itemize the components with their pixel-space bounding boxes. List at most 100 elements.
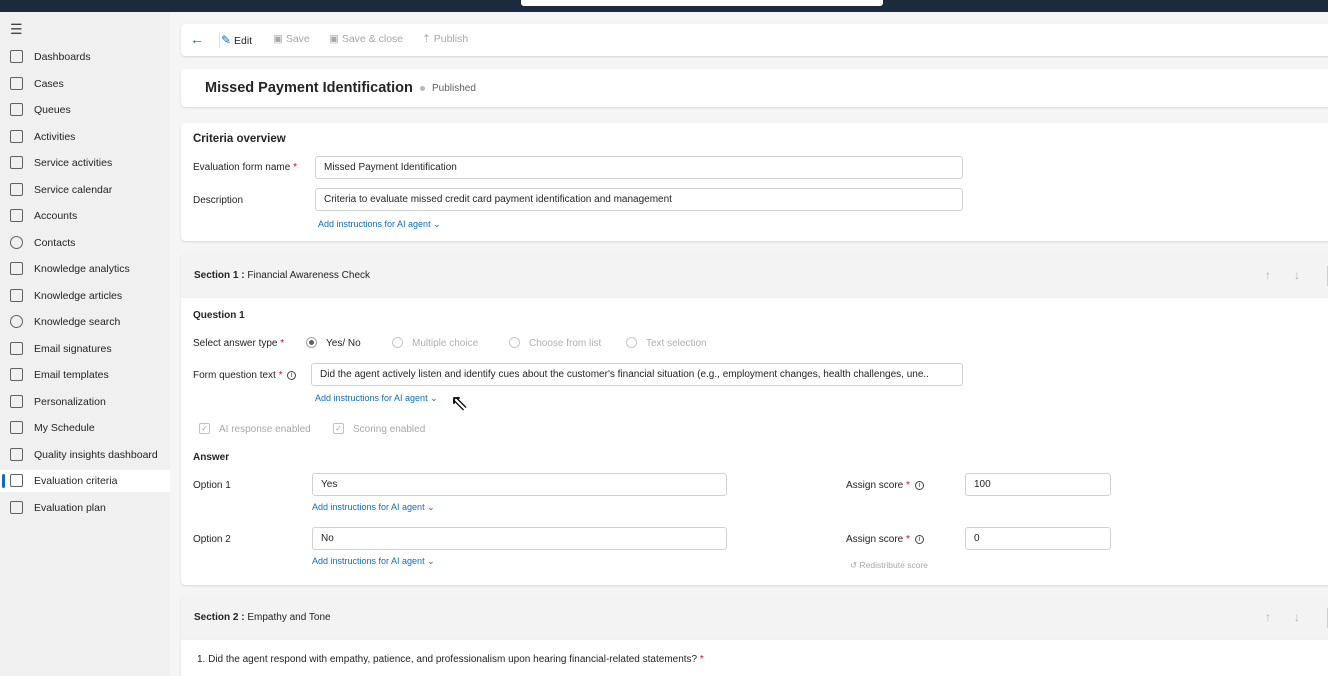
radio-text-selection[interactable] (626, 337, 637, 348)
assign-score-label: Assign score * i (846, 534, 924, 545)
building-icon (10, 209, 23, 222)
sidebar-item-quality-insights-dashboard[interactable]: Quality insights dashboard (0, 444, 170, 466)
sidebar-item-email-templates[interactable]: Email templates (0, 364, 170, 386)
option-2-field[interactable]: No (312, 527, 727, 550)
question-1-title: Question 1 (193, 310, 245, 321)
info-icon[interactable]: i (287, 370, 297, 380)
publish-button[interactable]: ⇡ Publish (422, 33, 468, 45)
question-text-field[interactable]: Did the agent actively listen and identi… (311, 363, 963, 386)
redistribute-label: Redistribute score (859, 560, 929, 570)
sidebar-item-label: Service calendar (34, 184, 113, 196)
sidebar-item-knowledge-articles[interactable]: Knowledge articles (0, 285, 170, 307)
ai-response-checkbox[interactable]: ✓ (199, 423, 210, 434)
answer-type-label-text: Select answer type (193, 338, 278, 349)
sidebar-item-evaluation-criteria[interactable]: Evaluation criteria (0, 470, 170, 492)
sidebar-item-dashboards[interactable]: Dashboards (0, 46, 170, 68)
sidebar-item-label: Quality insights dashboard (34, 449, 158, 461)
sidebar-item-evaluation-plan[interactable]: Evaluation plan (0, 497, 170, 519)
sidebar-item-label: Contacts (34, 237, 76, 249)
sidebar-item-service-calendar[interactable]: Service calendar (0, 179, 170, 201)
arrow-down-icon[interactable]: ↓ (1294, 268, 1300, 282)
required-asterisk: * (293, 162, 297, 173)
signature-icon (10, 342, 23, 355)
section-1-name: Financial Awareness Check (247, 270, 371, 281)
add-ai-instructions-link[interactable]: Add instructions for AI agent ⌄ (318, 219, 441, 230)
sidebar-item-queues[interactable]: Queues (0, 99, 170, 121)
add-ai-instructions-link[interactable]: Add instructions for AI agent ⌄ (312, 502, 435, 513)
radio-multiple-choice[interactable] (392, 337, 403, 348)
arrow-left-icon[interactable]: ← (190, 31, 204, 47)
scoring-label: Scoring enabled (353, 424, 426, 435)
save-button[interactable]: ▣ Save (273, 33, 310, 45)
sidebar-item-label: Email signatures (34, 343, 112, 355)
sidebar-item-activities[interactable]: Activities (0, 126, 170, 148)
save-label: Save (285, 33, 310, 45)
sidebar-item-label: Dashboards (34, 51, 91, 63)
sidebar-item-knowledge-search[interactable]: Knowledge search (0, 311, 170, 333)
section-1-number: Section 1 : (194, 270, 245, 281)
sidebar-item-label: Evaluation criteria (34, 475, 118, 487)
sidebar-item-label: Accounts (34, 210, 78, 222)
option-2-label: Option 2 (193, 534, 231, 545)
radio-choose-from-list[interactable] (509, 337, 520, 348)
evaluation-form-name-field[interactable]: Missed Payment Identification (315, 156, 963, 179)
ai-link-text: Add instructions for AI agent (312, 502, 425, 512)
chevron-down-icon: ⌄ (427, 556, 435, 566)
question-text-label-text: Form question text (193, 370, 276, 381)
assign-score-label: Assign score * i (846, 480, 924, 491)
redistribute-score-button[interactable]: ↺ Redistribute score (850, 560, 928, 571)
radio-yes-no[interactable] (306, 337, 317, 348)
required-asterisk: * (280, 338, 285, 349)
arrow-down-icon[interactable]: ↓ (1294, 610, 1300, 624)
sidebar-item-cases[interactable]: Cases (0, 73, 170, 95)
form-name-label-text: Evaluation form name (193, 162, 291, 173)
sidebar-item-knowledge-analytics[interactable]: Knowledge analytics (0, 258, 170, 280)
sidebar-item-contacts[interactable]: Contacts (0, 232, 170, 254)
publish-label: Publish (433, 33, 469, 45)
section-2-header[interactable]: Section 2 : Empathy and Tone ↑ ↓ (181, 596, 1328, 640)
sidebar-item-my-schedule[interactable]: My Schedule (0, 417, 170, 439)
info-icon[interactable]: i (914, 480, 924, 490)
pencil-icon: ✎ (221, 33, 232, 47)
section-1-title: Section 1 : Financial Awareness Check (194, 270, 370, 281)
toolbar-divider (219, 32, 220, 48)
global-search-box[interactable] (521, 0, 883, 6)
person-icon (10, 236, 23, 249)
add-ai-instructions-link[interactable]: Add instructions for AI agent ⌄ (312, 556, 435, 567)
save-close-button[interactable]: ▣ Save & close (329, 33, 403, 45)
analytics-icon (10, 262, 23, 275)
criteria-overview-title: Criteria overview (193, 133, 286, 145)
form-name-label: Evaluation form name * (193, 162, 297, 173)
description-label: Description (193, 195, 244, 206)
required-asterisk: * (699, 654, 704, 665)
sidebar-item-email-signatures[interactable]: Email signatures (0, 338, 170, 360)
edit-button[interactable]: ✎ Edit (221, 33, 252, 47)
wrench-icon (10, 77, 23, 90)
sidebar-item-personalization[interactable]: Personalization (0, 391, 170, 413)
description-field[interactable]: Criteria to evaluate missed credit card … (315, 188, 963, 211)
scoring-checkbox[interactable]: ✓ (333, 423, 344, 434)
sidebar: ☰ Dashboards Cases Queues Activities Ser… (0, 12, 170, 676)
arrow-up-icon[interactable]: ↑ (1265, 610, 1271, 624)
sidebar-item-service-activities[interactable]: Service activities (0, 152, 170, 174)
option-2-score-field[interactable]: 0 (965, 527, 1111, 550)
section-2-question-text: 1. Did the agent respond with empathy, p… (197, 654, 698, 665)
section-1-header[interactable]: Section 1 : Financial Awareness Check ↑ … (181, 254, 1328, 298)
ai-link-text: Add instructions for AI agent (312, 556, 425, 566)
section-2-body: 1. Did the agent respond with empathy, p… (181, 640, 1328, 676)
option-1-field[interactable]: Yes (312, 473, 727, 496)
hamburger-icon[interactable]: ☰ (10, 21, 23, 38)
undo-icon: ↺ (850, 560, 858, 570)
ai-link-text: Add instructions for AI agent (318, 219, 431, 229)
sidebar-item-accounts[interactable]: Accounts (0, 205, 170, 227)
calendar-icon (10, 183, 23, 196)
option-1-score-field[interactable]: 100 (965, 473, 1111, 496)
ai-response-label: AI response enabled (219, 424, 311, 435)
arrow-up-icon[interactable]: ↑ (1265, 268, 1271, 282)
add-ai-instructions-link[interactable]: Add instructions for AI agent ⌄ (315, 393, 438, 404)
info-icon[interactable]: i (914, 534, 924, 544)
sidebar-item-label: Service activities (34, 157, 113, 169)
section-2-question: 1. Did the agent respond with empathy, p… (197, 654, 704, 665)
record-header: Missed Payment Identification Published (181, 69, 1328, 107)
command-bar: ← ✎ Edit ▣ Save ▣ Save & close ⇡ Publish (181, 24, 1328, 56)
